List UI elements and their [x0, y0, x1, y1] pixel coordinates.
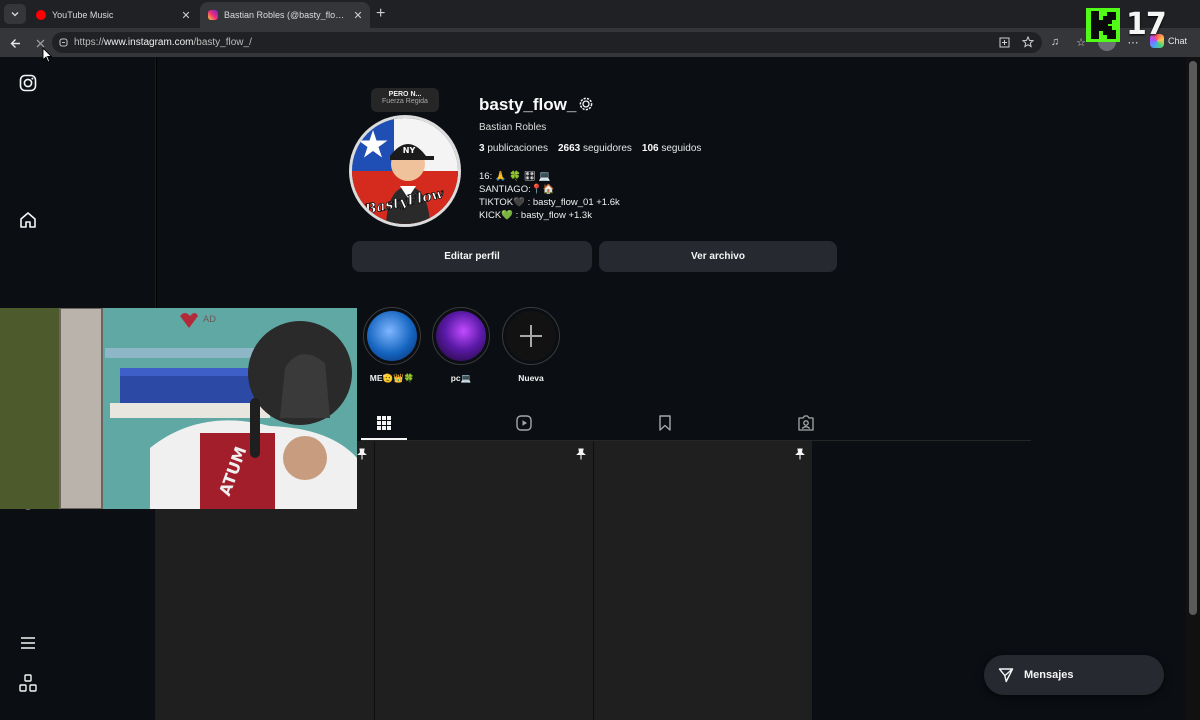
- stream-badge: 17: [1086, 7, 1167, 42]
- profile-bio: 16: 🙏 🍀 🎛 💻 SANTIAGO:📍🏠 TIKTOK🖤 : basty_…: [479, 170, 620, 222]
- new-highlight-plus-icon: [506, 311, 556, 361]
- view-archive-button[interactable]: Ver archivo: [599, 241, 837, 272]
- menu-icon[interactable]: [18, 633, 38, 653]
- post-tile[interactable]: [594, 441, 812, 720]
- profile-full-name: Bastian Robles: [479, 122, 547, 133]
- back-button[interactable]: [5, 33, 25, 53]
- tab-search-button[interactable]: [4, 4, 26, 24]
- browser-tab-strip: YouTube Music ✕ Bastian Robles (@basty_f…: [0, 0, 1200, 28]
- profile-stats: 3 publicaciones 2663 seguidores 106 segu…: [479, 143, 701, 154]
- highlight-pc[interactable]: pc💻: [431, 307, 491, 384]
- chile-flag-avatar-illustration: NY BastyFlow: [352, 118, 458, 224]
- highlight-cover: [436, 311, 486, 361]
- active-tab-indicator: [361, 438, 407, 440]
- pin-icon: [356, 447, 368, 460]
- site-info-icon[interactable]: [52, 32, 74, 53]
- svg-text:AD: AD: [203, 315, 216, 325]
- chevron-down-icon: [11, 12, 19, 17]
- profile-note-bubble[interactable]: PERO N... Fuerza Regida: [371, 88, 439, 112]
- webcam-overlay: AD ATUM: [0, 308, 357, 509]
- svg-text:NY: NY: [403, 146, 416, 155]
- new-tab-button[interactable]: +: [376, 5, 385, 23]
- address-bar[interactable]: https://www.instagram.com/basty_flow_/: [52, 32, 1042, 53]
- pin-icon: [575, 447, 587, 460]
- grid-icon[interactable]: [375, 414, 393, 432]
- note-subtitle: Fuerza Regida: [382, 98, 428, 105]
- badge-number: 17: [1126, 7, 1167, 42]
- youtube-music-favicon: [36, 10, 46, 20]
- tab-title: Bastian Robles (@basty_flow_) • Fotos: [224, 10, 350, 20]
- bio-line: KICK💚 : basty_flow +1.3k: [479, 210, 592, 221]
- settings-gear-icon[interactable]: [578, 96, 594, 112]
- highlight-label: pc💻: [450, 373, 472, 383]
- post-tile[interactable]: [375, 441, 593, 720]
- url-text: https://www.instagram.com/basty_flow_/: [74, 37, 252, 48]
- page-viewport: NY BastyFlow PERO N... Fuerza Regida bas…: [0, 57, 1200, 720]
- tab-instagram-profile[interactable]: Bastian Robles (@basty_flow_) • Fotos ✕: [200, 2, 370, 28]
- profile-picture[interactable]: NY BastyFlow: [349, 115, 461, 227]
- send-icon: [998, 668, 1014, 683]
- following-stat[interactable]: 106 seguidos: [642, 143, 702, 154]
- kick-logo-icon: [1086, 7, 1120, 42]
- pin-icon: [794, 447, 806, 460]
- chat-label: Chat: [1168, 36, 1188, 46]
- page-scrollbar[interactable]: [1186, 57, 1200, 720]
- bio-line: TIKTOK🖤 : basty_flow_01 +1.6k: [479, 197, 620, 208]
- followers-stat[interactable]: 2663 seguidores: [558, 143, 632, 154]
- instagram-favicon: [208, 10, 218, 20]
- highlight-new[interactable]: Nueva: [501, 307, 561, 383]
- reels-icon[interactable]: [515, 414, 533, 432]
- back-arrow-icon: [10, 38, 20, 48]
- tagged-icon[interactable]: [797, 414, 815, 432]
- tab-youtube-music[interactable]: YouTube Music ✕: [28, 2, 198, 28]
- mouse-cursor: [42, 46, 53, 63]
- browser-toolbar: https://www.instagram.com/basty_flow_/ ♫…: [0, 28, 1200, 57]
- messages-label: Mensajes: [1024, 669, 1074, 681]
- profile-username: basty_flow_: [479, 95, 577, 114]
- bio-line: 16: 🙏 🍀 🎛 💻: [479, 171, 551, 182]
- app-available-icon[interactable]: [996, 34, 1012, 50]
- posts-stat[interactable]: 3 publicaciones: [479, 143, 548, 154]
- bio-line: SANTIAGO:📍🏠: [479, 184, 555, 195]
- close-tab-icon[interactable]: ✕: [350, 9, 366, 22]
- saved-icon[interactable]: [656, 414, 674, 432]
- media-control-icon[interactable]: ♫: [1046, 33, 1064, 51]
- scrollbar-thumb[interactable]: [1189, 61, 1197, 615]
- highlight-label: ME🫡👑🍀: [369, 373, 415, 383]
- close-tab-icon[interactable]: ✕: [178, 9, 194, 22]
- favorite-star-icon[interactable]: [1020, 34, 1036, 50]
- webcam-scene-illustration: AD ATUM: [0, 308, 357, 509]
- home-icon[interactable]: [18, 210, 38, 230]
- apps-icon[interactable]: [18, 673, 38, 693]
- instagram-icon[interactable]: [18, 73, 38, 93]
- tab-title: YouTube Music: [52, 10, 114, 20]
- edit-profile-button[interactable]: Editar perfil: [352, 241, 592, 272]
- note-title: PERO N...: [388, 91, 422, 98]
- messages-button[interactable]: Mensajes: [984, 655, 1164, 695]
- highlight-label: Nueva: [518, 373, 544, 383]
- highlight-me[interactable]: ME🫡👑🍀: [362, 307, 422, 384]
- highlight-cover: [367, 311, 417, 361]
